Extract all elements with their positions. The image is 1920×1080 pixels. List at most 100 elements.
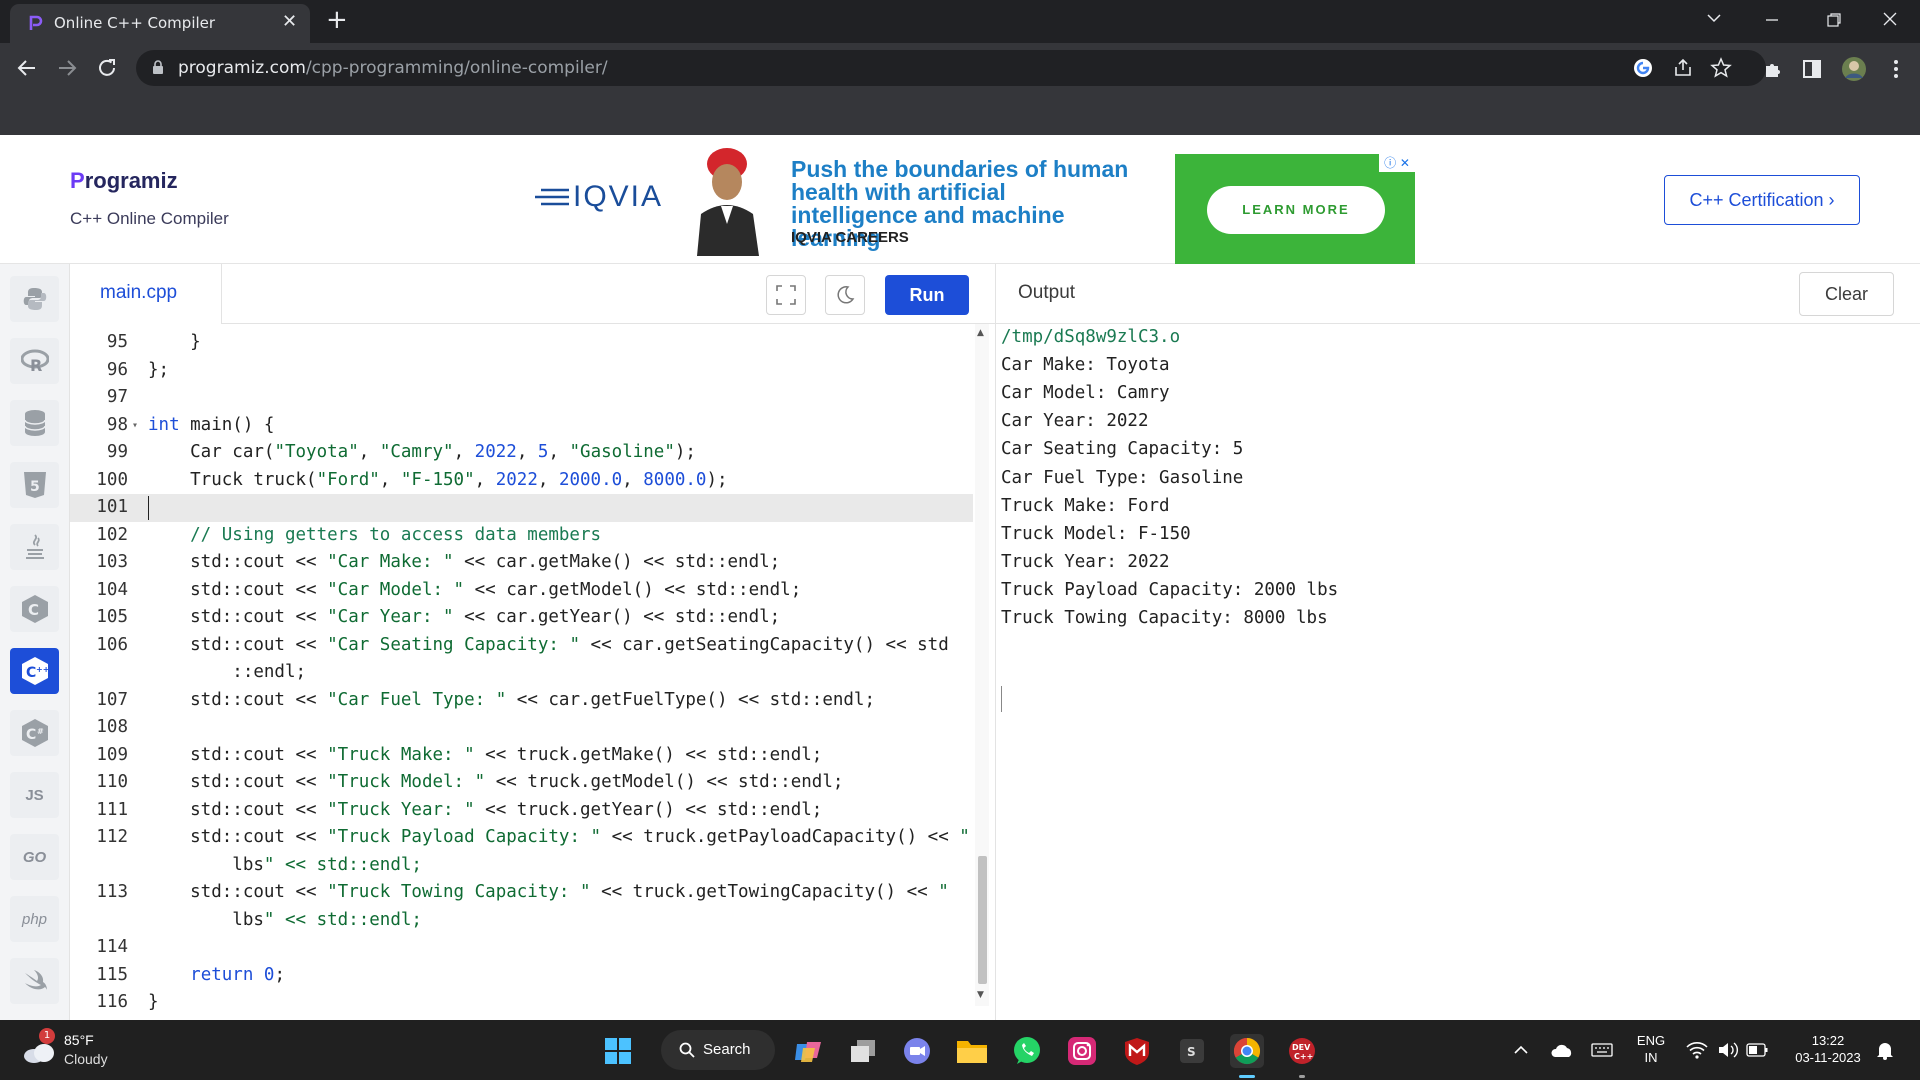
taskbar-copilot[interactable]: [791, 1034, 825, 1068]
code-line[interactable]: 96};: [70, 357, 973, 385]
code-line[interactable]: lbs" << std::endl;: [70, 852, 973, 880]
profile-avatar[interactable]: [1841, 56, 1867, 82]
google-lens-icon[interactable]: [1632, 57, 1654, 79]
code-line[interactable]: 100 Truck truck("Ford", "F-150", 2022, 2…: [70, 467, 973, 495]
address-bar[interactable]: programiz.com/cpp-programming/online-com…: [136, 50, 1766, 86]
output-console[interactable]: /tmp/dSq8w9zlC3.o Car Make: Toyota Car Mod…: [996, 324, 1920, 1020]
lang-js-button[interactable]: JS: [10, 772, 59, 818]
wifi-icon[interactable]: [1686, 1041, 1708, 1059]
run-button[interactable]: Run: [885, 275, 969, 315]
lang-swift-button[interactable]: [10, 958, 59, 1004]
battery-icon[interactable]: [1746, 1043, 1768, 1057]
fold-toggle-icon[interactable]: ▾: [132, 412, 138, 440]
reload-icon[interactable]: [96, 57, 118, 79]
file-tab[interactable]: main.cpp: [70, 264, 222, 324]
lock-icon[interactable]: [152, 60, 164, 74]
code-line[interactable]: 102 // Using getters to access data memb…: [70, 522, 973, 550]
browser-tab[interactable]: Online C++ Compiler ✕: [10, 4, 310, 43]
code-line[interactable]: 103 std::cout << "Car Make: " << car.get…: [70, 549, 973, 577]
code-line[interactable]: 105 std::cout << "Car Year: " << car.get…: [70, 604, 973, 632]
lang-go-button[interactable]: GO: [10, 834, 59, 880]
tab-close-icon[interactable]: ✕: [282, 12, 297, 32]
lang-c-button[interactable]: C: [10, 586, 59, 632]
browser-menu-icon[interactable]: [1885, 58, 1907, 80]
cpp-certification-button[interactable]: C++ Certification ›: [1664, 175, 1860, 225]
fullscreen-button[interactable]: [766, 275, 806, 315]
scroll-down-icon[interactable]: ▼: [977, 990, 984, 1000]
side-panel-icon[interactable]: [1801, 58, 1823, 80]
code-line[interactable]: 108: [70, 714, 973, 742]
lang-r-button[interactable]: R: [10, 338, 59, 384]
code-line[interactable]: 109 std::cout << "Truck Make: " << truck…: [70, 742, 973, 770]
editor-scrollbar[interactable]: ▲ ▼: [975, 324, 989, 1006]
notification-bell-icon[interactable]: [1876, 1040, 1894, 1060]
code-line[interactable]: 115 return 0;: [70, 962, 973, 990]
code-line[interactable]: 99 Car car("Toyota", "Camry", 2022, 5, "…: [70, 439, 973, 467]
code-editor[interactable]: 95 } 96}; 97 98 ▾ int main() {99 Car car("Toy…: [70, 324, 995, 1020]
code-line[interactable]: 112 std::cout << "Truck Payload Capacity…: [70, 824, 973, 852]
close-window-icon[interactable]: [1882, 11, 1898, 27]
code-line[interactable]: 106 std::cout << "Car Seating Capacity: …: [70, 632, 973, 660]
language-indicator[interactable]: ENG IN: [1628, 1032, 1674, 1066]
scroll-thumb[interactable]: [978, 856, 987, 984]
forward-icon[interactable]: [56, 57, 78, 79]
new-tab-button[interactable]: +: [326, 6, 348, 34]
weather-widget[interactable]: 1 85°F Cloudy: [22, 1028, 172, 1072]
show-hidden-icons-icon[interactable]: [1513, 1044, 1529, 1056]
code-text: lbs" << std::endl;: [148, 909, 422, 930]
line-number: 105: [96, 607, 128, 627]
clock[interactable]: 13:22 03-11-2023: [1778, 1032, 1878, 1066]
taskbar-meet[interactable]: [900, 1034, 934, 1068]
taskbar-search[interactable]: Search: [661, 1030, 775, 1070]
url-text[interactable]: programiz.com/cpp-programming/online-com…: [178, 58, 608, 78]
taskbar-devcpp[interactable]: DEV C++: [1285, 1034, 1319, 1068]
lang-html-button[interactable]: 5: [10, 462, 59, 508]
lang-php-button[interactable]: php: [10, 896, 59, 942]
lang-python-button[interactable]: [10, 276, 59, 322]
volume-icon[interactable]: [1717, 1041, 1739, 1059]
extensions-puzzle-icon[interactable]: [1762, 58, 1784, 80]
keyboard-icon[interactable]: [1591, 1042, 1613, 1058]
taskbar-sublime[interactable]: S: [1175, 1034, 1209, 1068]
lang-cpp-button[interactable]: C ++: [10, 648, 59, 694]
dark-mode-button[interactable]: [825, 275, 865, 315]
clear-button[interactable]: Clear: [1799, 272, 1894, 316]
advertisement-banner[interactable]: IQVIA Push the boundaries of human healt…: [535, 144, 1415, 266]
ad-learn-more-button[interactable]: LEARN MORE: [1207, 186, 1385, 234]
programiz-logo[interactable]: Programiz: [70, 168, 178, 194]
ad-close-icon[interactable]: ⓘ ✕: [1379, 154, 1415, 172]
code-line[interactable]: 116}: [70, 989, 973, 1017]
code-line[interactable]: 97: [70, 384, 973, 412]
share-icon[interactable]: [1672, 57, 1694, 79]
code-line[interactable]: 101: [70, 494, 973, 522]
taskbar-mcafee[interactable]: [1120, 1034, 1154, 1068]
onedrive-icon[interactable]: [1550, 1042, 1574, 1058]
folder-icon: [957, 1041, 987, 1063]
taskbar-task-view[interactable]: [846, 1034, 880, 1068]
python-icon: [23, 288, 46, 310]
restore-icon[interactable]: [1826, 12, 1842, 28]
code-line[interactable]: 104 std::cout << "Car Model: " << car.ge…: [70, 577, 973, 605]
tab-search-chevron-icon[interactable]: [1706, 12, 1722, 24]
windows-start-button[interactable]: [601, 1034, 635, 1068]
code-line[interactable]: 110 std::cout << "Truck Model: " << truc…: [70, 769, 973, 797]
lang-sql-button[interactable]: [10, 400, 59, 446]
code-line[interactable]: 98 ▾ int main() {: [70, 412, 973, 440]
code-line[interactable]: 114: [70, 934, 973, 962]
code-line[interactable]: 95 }: [70, 329, 973, 357]
code-line[interactable]: lbs" << std::endl;: [70, 907, 973, 935]
scroll-up-icon[interactable]: ▲: [977, 328, 984, 338]
bookmark-star-icon[interactable]: [1710, 57, 1732, 79]
lang-csharp-button[interactable]: C #: [10, 710, 59, 756]
code-line[interactable]: 111 std::cout << "Truck Year: " << truck…: [70, 797, 973, 825]
taskbar-file-explorer[interactable]: [955, 1034, 989, 1068]
taskbar-chrome[interactable]: [1230, 1034, 1264, 1068]
code-line[interactable]: ::endl;: [70, 659, 973, 687]
taskbar-instagram[interactable]: [1065, 1034, 1099, 1068]
lang-java-button[interactable]: [10, 524, 59, 570]
taskbar-whatsapp[interactable]: [1010, 1034, 1044, 1068]
code-line[interactable]: 107 std::cout << "Car Fuel Type: " << ca…: [70, 687, 973, 715]
minimize-icon[interactable]: [1764, 14, 1780, 26]
back-icon[interactable]: [16, 57, 38, 79]
code-line[interactable]: 113 std::cout << "Truck Towing Capacity:…: [70, 879, 973, 907]
